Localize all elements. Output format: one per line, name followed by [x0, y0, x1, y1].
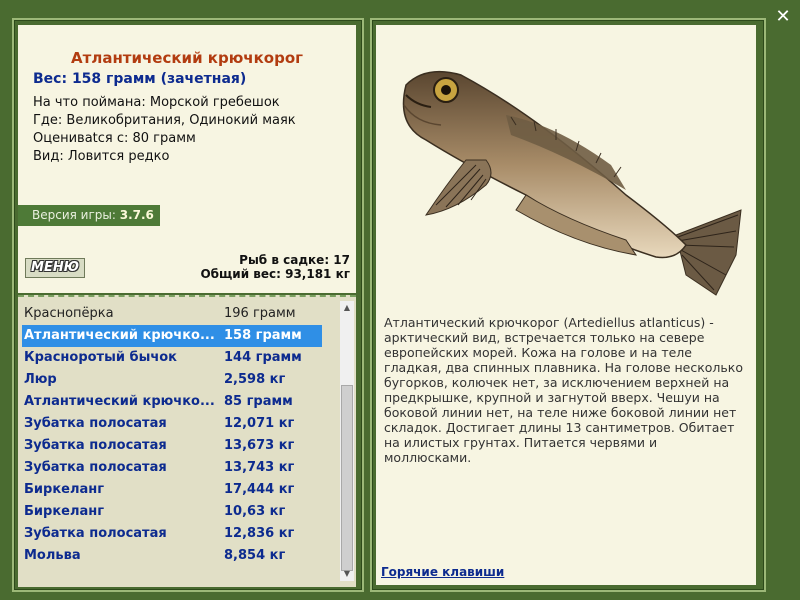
list-item-weight: 10,63 кг: [224, 504, 286, 519]
list-item-name: Зубатка полосатая: [24, 416, 167, 431]
list-item-weight: 85 грамм: [224, 394, 293, 409]
list-item[interactable]: Биркеланг 17,444 кг: [22, 479, 322, 501]
list-item[interactable]: Атлантический крючко... 158 грамм: [22, 325, 322, 347]
catch-list: Краснопёрка 196 грамм Атлантический крючко…: [18, 295, 356, 587]
list-item[interactable]: Краснопёрка 196 грамм: [22, 303, 322, 325]
version-bar: Версия игры: 3.7.6: [18, 205, 160, 226]
close-button[interactable]: ✕: [774, 8, 792, 26]
list-item-weight: 13,743 кг: [224, 460, 295, 475]
fish-image: [402, 70, 742, 296]
fish-detail-panel: Атлантический крючкорог (Artediellus atl…: [376, 25, 756, 585]
fish-title: Атлантический крючкорог: [71, 49, 303, 67]
scroll-up-icon[interactable]: ▲: [340, 301, 354, 315]
list-item[interactable]: Люр 2,598 кг: [22, 369, 322, 391]
list-item-name: Зубатка полосатая: [24, 438, 167, 453]
list-item-name: Биркеланг: [24, 482, 105, 497]
list-item-weight: 2,598 кг: [224, 372, 286, 387]
fish-weight: Вес: 158 грамм (зачетная): [33, 71, 247, 87]
list-item-weight: 12,836 кг: [224, 526, 295, 541]
location: Где: Великобритания, Одинокий маяк: [33, 113, 296, 128]
scroll-thumb[interactable]: [341, 385, 353, 571]
list-item[interactable]: Зубатка полосатая 13,673 кг: [22, 435, 322, 457]
menu-button[interactable]: МЕНЮ: [25, 258, 85, 278]
rarity: Вид: Ловится редко: [33, 149, 170, 164]
list-item-name: Атлантический крючко...: [24, 328, 215, 343]
list-item-name: Зубатка полосатая: [24, 460, 167, 475]
list-item-weight: 196 грамм: [224, 306, 296, 321]
caught-on: На что поймана: Морской гребешок: [33, 95, 280, 110]
list-item-name: Биркеланг: [24, 504, 105, 519]
list-item[interactable]: Красноротый бычок 144 грамм: [22, 347, 322, 369]
list-item[interactable]: Зубатка полосатая 12,071 кг: [22, 413, 322, 435]
list-item-name: Зубатка полосатая: [24, 526, 167, 541]
version-label: Версия игры:: [32, 208, 116, 222]
scrollbar[interactable]: ▲ ▼: [340, 301, 354, 581]
scroll-down-icon[interactable]: ▼: [340, 567, 354, 581]
list-item-name: Мольва: [24, 548, 81, 563]
list-item-weight: 8,854 кг: [224, 548, 286, 563]
list-item-name: Красноротый бычок: [24, 350, 177, 365]
list-item-name: Атлантический крючко...: [24, 394, 215, 409]
fish-description: Атлантический крючкорог (Artediellus atl…: [384, 315, 743, 465]
hotkeys-link[interactable]: Горячие клавиши: [381, 565, 504, 579]
list-item[interactable]: Мольва 8,854 кг: [22, 545, 322, 567]
min-weight: Оцениваtся с: 80 грамм: [33, 131, 196, 146]
list-item-weight: 158 грамм: [224, 328, 302, 343]
list-item-name: Краснопёрка: [24, 306, 114, 321]
total-weight: Общий вес: 93,181 кг: [200, 267, 350, 281]
list-item[interactable]: Атлантический крючко... 85 грамм: [22, 391, 322, 413]
list-item[interactable]: Биркеланг 10,63 кг: [22, 501, 322, 523]
fish-info-panel: Атлантический крючкорог Вес: 158 грамм (…: [18, 25, 356, 293]
list-item-name: Люр: [24, 372, 57, 387]
list-item-weight: 17,444 кг: [224, 482, 295, 497]
list-item[interactable]: Зубатка полосатая 13,743 кг: [22, 457, 322, 479]
close-icon: ✕: [775, 6, 791, 27]
list-item-weight: 144 грамм: [224, 350, 302, 365]
list-item-weight: 12,071 кг: [224, 416, 295, 431]
version-value: 3.7.6: [119, 208, 154, 222]
list-item[interactable]: Зубатка полосатая 12,836 кг: [22, 523, 322, 545]
list-item-weight: 13,673 кг: [224, 438, 295, 453]
fish-in-cage: Рыб в садке: 17: [239, 253, 350, 267]
